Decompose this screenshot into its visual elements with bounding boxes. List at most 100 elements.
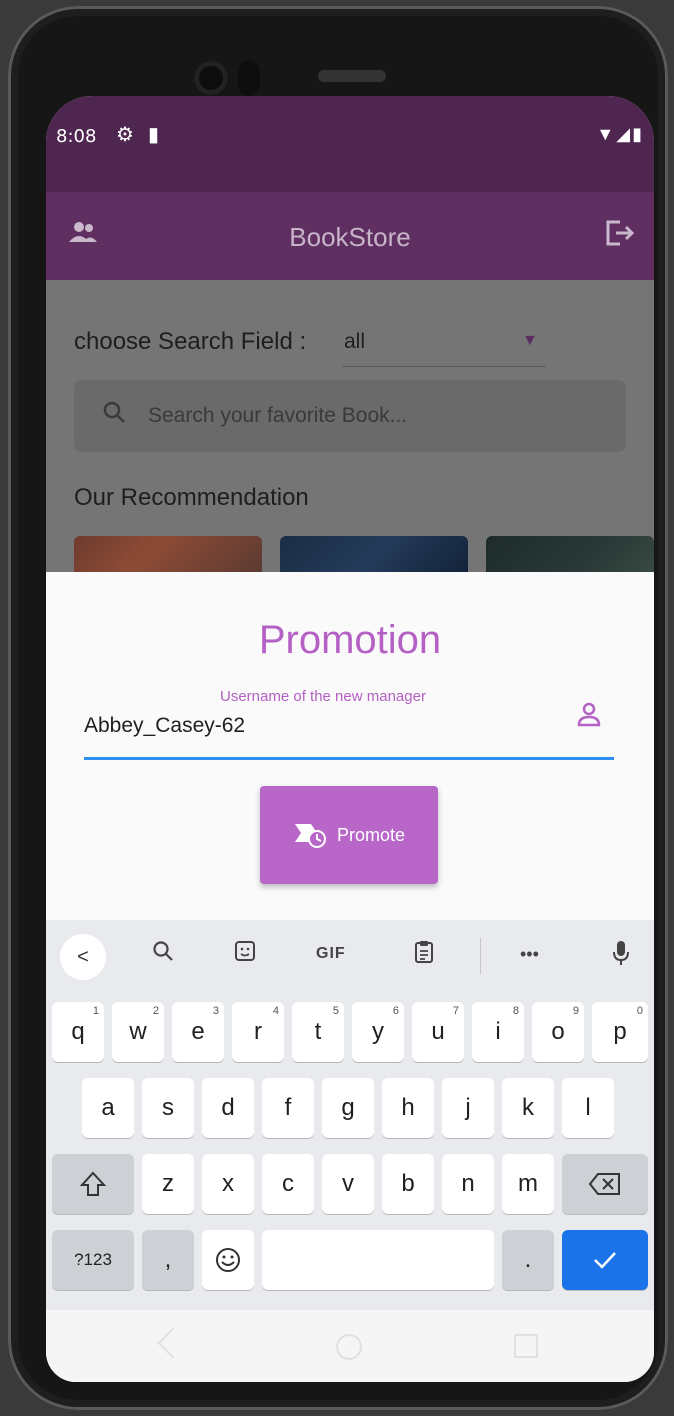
kb-search-svg xyxy=(153,941,173,961)
backspace-icon xyxy=(588,1173,620,1195)
earpiece-speaker xyxy=(318,70,386,82)
key-o[interactable]: o9 xyxy=(532,1002,584,1062)
key-w[interactable]: w2 xyxy=(112,1002,164,1062)
book-cover[interactable] xyxy=(74,536,262,576)
key-u[interactable]: u7 xyxy=(412,1002,464,1062)
key-n[interactable]: n xyxy=(442,1154,494,1214)
logout-icon-svg xyxy=(606,220,635,246)
key-number: 4 xyxy=(272,1005,279,1017)
key-a[interactable]: a xyxy=(82,1078,134,1138)
key-h[interactable]: h xyxy=(382,1078,434,1138)
key-x[interactable]: x xyxy=(202,1154,254,1214)
shift-key[interactable] xyxy=(52,1154,134,1214)
key-label: t xyxy=(314,1018,322,1045)
promotion-title: Promotion xyxy=(258,618,442,662)
key-c[interactable]: c xyxy=(262,1154,314,1214)
signal-icon: ◢ xyxy=(616,124,633,144)
home-content: choose Search Field : all ▼ Search your … xyxy=(46,280,654,576)
chevron-down-icon[interactable]: ▼ xyxy=(522,332,538,350)
book-cover[interactable] xyxy=(280,536,468,576)
key-label: p xyxy=(613,1018,627,1045)
key-label: i xyxy=(495,1018,501,1045)
front-camera xyxy=(194,61,228,95)
username-field-label: Username of the new manager xyxy=(220,688,426,705)
emoji-icon xyxy=(216,1248,240,1272)
search-field-dropdown[interactable]: all xyxy=(344,330,365,354)
search-field-label: choose Search Field : xyxy=(74,328,307,355)
key-l[interactable]: l xyxy=(562,1078,614,1138)
done-key[interactable] xyxy=(562,1230,648,1290)
key-label: y xyxy=(372,1018,384,1045)
period-key[interactable]: . xyxy=(502,1230,554,1290)
app-title: BookStore xyxy=(289,222,411,252)
battery-icon: ▮ xyxy=(632,124,644,144)
key-r[interactable]: r4 xyxy=(232,1002,284,1062)
search-icon[interactable] xyxy=(152,940,174,968)
sticker-icon[interactable] xyxy=(234,940,256,968)
book-cover[interactable] xyxy=(486,536,654,576)
key-number: 1 xyxy=(92,1005,99,1017)
system-nav-bar xyxy=(46,1310,654,1382)
emoji-key[interactable] xyxy=(202,1230,254,1290)
key-label: r xyxy=(254,1018,262,1045)
nav-home-icon[interactable] xyxy=(336,1334,362,1360)
key-number: 3 xyxy=(212,1005,219,1017)
search-icon-svg xyxy=(103,401,125,423)
key-label: q xyxy=(71,1018,85,1045)
gear-icon: ⚙ xyxy=(116,124,134,146)
key-k[interactable]: k xyxy=(502,1078,554,1138)
shift-icon xyxy=(79,1171,107,1196)
key-v[interactable]: v xyxy=(322,1154,374,1214)
key-b[interactable]: b xyxy=(382,1154,434,1214)
username-field[interactable]: Abbey_Casey-62 xyxy=(84,714,245,738)
more-icon[interactable]: ••• xyxy=(520,944,539,965)
symbols-key[interactable]: ?123 xyxy=(52,1230,134,1290)
key-f[interactable]: f xyxy=(262,1078,314,1138)
soft-keyboard: < GIF ••• q 1 w 2 e 3 r 4 t 5 y 6 u 7 i … xyxy=(46,920,654,1310)
recommendation-title: Our Recommendation xyxy=(74,484,309,511)
comma-key[interactable]: , xyxy=(142,1230,194,1290)
username-field-underline xyxy=(84,757,614,760)
clipboard-icon[interactable] xyxy=(414,940,434,970)
mic-icon[interactable] xyxy=(612,940,630,972)
promote-button[interactable]: Promote xyxy=(260,786,438,884)
front-sensor xyxy=(238,60,260,96)
key-number: 9 xyxy=(572,1005,579,1017)
key-t[interactable]: t5 xyxy=(292,1002,344,1062)
keyboard-toolbar: < GIF ••• xyxy=(46,920,654,992)
logout-icon[interactable] xyxy=(604,218,636,255)
key-z[interactable]: z xyxy=(142,1154,194,1214)
search-placeholder: Search your favorite Book... xyxy=(148,404,408,427)
status-time: 8:08 xyxy=(56,126,97,147)
person-icon xyxy=(574,700,604,730)
key-i[interactable]: i8 xyxy=(472,1002,524,1062)
sd-card-icon: ▮ xyxy=(147,124,159,146)
key-e[interactable]: e3 xyxy=(172,1002,224,1062)
promotion-sheet: Promotion Username of the new manager Ab… xyxy=(46,572,654,920)
gif-button[interactable]: GIF xyxy=(316,945,346,963)
wifi-icon: ▼ xyxy=(596,124,617,144)
nav-recent-icon[interactable] xyxy=(514,1334,538,1358)
key-label: e xyxy=(191,1018,205,1045)
kb-sticker-svg xyxy=(235,941,255,961)
space-key[interactable] xyxy=(262,1230,494,1290)
key-number: 0 xyxy=(636,1005,643,1017)
key-g[interactable]: g xyxy=(322,1078,374,1138)
key-number: 7 xyxy=(452,1005,459,1017)
key-j[interactable]: j xyxy=(442,1078,494,1138)
search-input[interactable]: Search your favorite Book... xyxy=(74,380,626,452)
nav-back-icon[interactable] xyxy=(157,1327,189,1359)
backspace-key[interactable] xyxy=(562,1154,648,1214)
check-icon xyxy=(594,1252,616,1269)
key-label: w xyxy=(129,1018,147,1045)
key-y[interactable]: y6 xyxy=(352,1002,404,1062)
key-d[interactable]: d xyxy=(202,1078,254,1138)
back-icon[interactable]: < xyxy=(60,934,106,980)
key-s[interactable]: s xyxy=(142,1078,194,1138)
phone-screen: 8:08 ⚙ ▮ ▼◢▮ BookStore choose Search Fie… xyxy=(46,96,654,1382)
key-q[interactable]: q1 xyxy=(52,1002,104,1062)
key-number: 6 xyxy=(392,1005,399,1017)
key-m[interactable]: m xyxy=(502,1154,554,1214)
person-icon-svg xyxy=(577,702,601,727)
key-p[interactable]: p0 xyxy=(592,1002,648,1062)
